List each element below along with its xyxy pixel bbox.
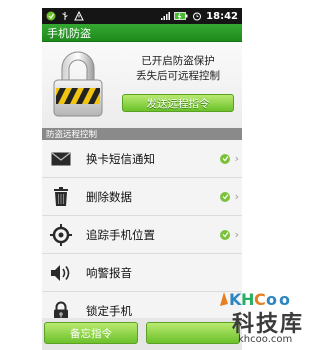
chevron-right-icon: › [234,228,239,241]
check-icon [220,229,230,240]
section-header: 防盗远程控制 [42,128,242,140]
list-item-label: 锁定手机 [86,303,132,318]
warning-icon [74,11,84,21]
chevron-right-icon: › [234,152,239,165]
speaker-icon [50,262,72,284]
usb-icon [62,12,68,20]
section-header-label: 防盗远程控制 [46,130,98,140]
battery-icon [174,12,188,20]
list-item-label: 换卡短信通知 [86,151,155,166]
app-title-bar: 手机防盗 [42,24,242,42]
trash-icon [50,186,72,208]
signal-icon [161,12,171,20]
list-item-label: 删除数据 [86,189,132,204]
chevron-right-icon: › [234,190,239,203]
app-notification-icon [46,11,56,21]
phone-screen: 18:42 手机防盗 已开启防盗保护 丢失后可远程控制 发送远程指令 防盗远程控… [42,8,242,350]
bottom-button-bar: 备忘指令 [42,318,242,350]
secondary-button[interactable] [146,322,240,344]
status-bar: 18:42 [42,8,242,24]
list-item-alarm-sound[interactable]: 响警报音 [42,254,242,292]
remote-control-list: 换卡短信通知 › 删除数据 › 追踪手机位置 › 响警报音 锁定手机 [42,140,242,330]
list-item-track-location[interactable]: 追踪手机位置 › [42,216,242,254]
list-item-label: 追踪手机位置 [86,227,155,242]
crosshair-icon [50,223,72,246]
list-item-label: 响警报音 [86,265,132,280]
alarm-icon [193,12,202,21]
envelope-icon [50,148,72,170]
protection-status: 已开启防盗保护 丢失后可远程控制 [118,54,238,84]
send-remote-command-button[interactable]: 发送远程指令 [122,94,234,112]
status-line-2: 丢失后可远程控制 [136,70,220,82]
list-item-delete-data[interactable]: 删除数据 › [42,178,242,216]
status-line-1: 已开启防盗保护 [141,55,215,67]
check-icon [220,153,230,164]
list-item-sim-change-sms[interactable]: 换卡短信通知 › [42,140,242,178]
watermark-url: khcoo.com [238,334,293,345]
clock-time: 18:42 [206,10,238,22]
protection-panel: 已开启防盗保护 丢失后可远程控制 发送远程指令 [42,42,242,128]
memo-command-button[interactable]: 备忘指令 [44,322,138,344]
app-title: 手机防盗 [47,26,91,40]
padlock-icon [53,51,103,117]
check-icon [220,191,230,202]
